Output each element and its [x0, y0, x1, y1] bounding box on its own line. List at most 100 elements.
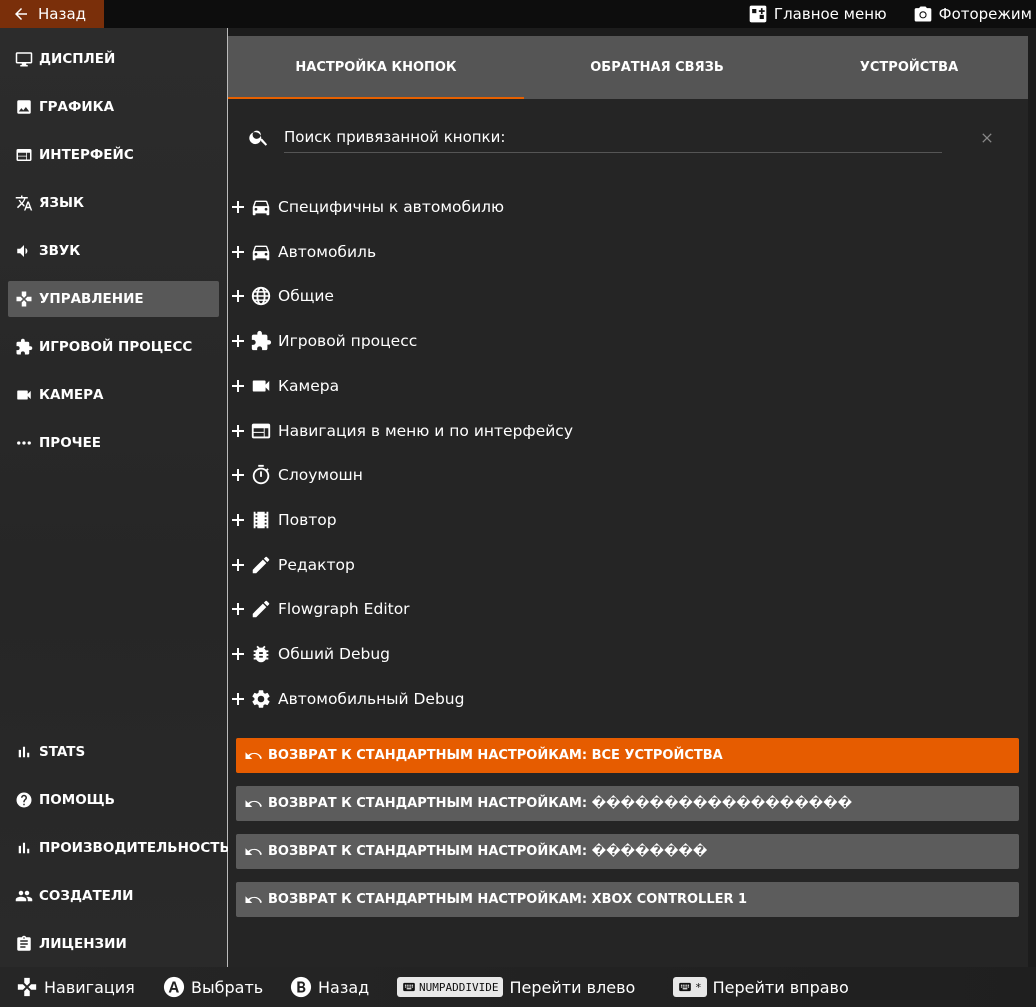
category-replay[interactable]: Повтор [228, 502, 988, 538]
photo-mode-button[interactable]: Фоторежим [913, 4, 1032, 24]
sidebar-item-label: ПРОИЗВОДИТЕЛЬНОСТЬ [39, 840, 230, 856]
clipboard-icon [17, 935, 31, 951]
film-icon [253, 511, 269, 529]
top-bar: Назад Главное меню Фоторежим [0, 0, 1036, 28]
sidebar-item-graphics[interactable]: ГРАФИКА [8, 89, 219, 125]
keycap-label: * [695, 980, 702, 994]
plus-icon [232, 469, 244, 481]
gear-icon [252, 690, 270, 708]
pencil-icon [252, 600, 270, 618]
sidebar-item-help[interactable]: ПОМОЩЬ [8, 782, 219, 818]
category-general-debug[interactable]: Обший Debug [228, 636, 988, 672]
hint-navigate[interactable]: Навигация [16, 967, 135, 1007]
b-button-icon [290, 976, 312, 998]
image-icon [17, 100, 31, 114]
category-vehicle[interactable]: Автомобиль [228, 234, 988, 270]
hint-select[interactable]: Выбрать [163, 967, 263, 1007]
plus-icon [232, 290, 244, 302]
sidebar-item-sound[interactable]: ЗВУК [8, 233, 219, 269]
tab-bar: НАСТРОЙКА КНОПОК ОБРАТНАЯ СВЯЗЬ УСТРОЙСТ… [228, 36, 1028, 99]
sidebar-item-interface[interactable]: ИНТЕРФЕЙС [8, 137, 219, 173]
car-icon [252, 245, 270, 261]
reset-device-button[interactable]: ВОЗВРАТ К СТАНДАРТНЫМ НАСТРОЙКАМ: ������… [236, 834, 1019, 869]
sidebar-item-label: ГРАФИКА [39, 99, 115, 115]
sidebar-item-label: ЛИЦЕНЗИИ [39, 936, 127, 952]
monitor-icon [15, 52, 33, 67]
speaker-icon [17, 245, 28, 257]
search-input[interactable] [284, 124, 924, 150]
category-label: Общие [278, 287, 334, 305]
search-bar [248, 124, 1008, 156]
window-icon [251, 423, 271, 439]
plus-icon [232, 201, 244, 213]
keyboard-icon [403, 982, 415, 992]
bar-chart-icon [18, 746, 30, 758]
category-label: Камера [278, 377, 340, 395]
sidebar-item-gameplay[interactable]: ИГРОВОЙ ПРОЦЕСС [8, 329, 219, 365]
car-icon [252, 200, 270, 216]
reset-label: ВОЗВРАТ К СТАНДАРТНЫМ НАСТРОЙКАМ: ������… [268, 796, 853, 811]
sidebar-item-camera[interactable]: КАМЕРА [8, 377, 219, 413]
reset-device-button[interactable]: ВОЗВРАТ К СТАНДАРТНЫМ НАСТРОЙКАМ: ������… [236, 786, 1019, 821]
category-slowmotion[interactable]: Слоумошн [228, 457, 988, 493]
tab-devices[interactable]: УСТРОЙСТВА [790, 36, 1028, 99]
undo-icon [245, 895, 262, 903]
category-general[interactable]: Общие [228, 278, 988, 314]
globe-icon [251, 286, 271, 306]
reset-xbox-controller-button[interactable]: ВОЗВРАТ К СТАНДАРТНЫМ НАСТРОЙКАМ: XBOX C… [236, 882, 1019, 917]
more-icon [17, 441, 31, 445]
sidebar-item-label: ЗВУК [39, 243, 81, 259]
sidebar-item-other[interactable]: ПРОЧЕЕ [8, 425, 219, 461]
undo-icon [245, 751, 262, 759]
category-gameplay[interactable]: Игровой процесс [228, 323, 988, 359]
sidebar-item-label: ПОМОЩЬ [39, 792, 115, 808]
arrow-left-icon [15, 8, 27, 20]
sidebar-item-label: ИНТЕРФЕЙС [39, 147, 134, 163]
category-label: Flowgraph Editor [278, 600, 410, 618]
category-flowgraph-editor[interactable]: Flowgraph Editor [228, 591, 988, 627]
category-label: Автомобильный Debug [278, 690, 465, 708]
a-button-icon [163, 976, 185, 998]
plus-icon [232, 693, 244, 705]
tab-feedback[interactable]: ОБРАТНАЯ СВЯЗЬ [524, 36, 790, 99]
category-label: Навигация в меню и по интерфейсу [278, 422, 573, 440]
sidebar-item-performance[interactable]: ПРОИЗВОДИТЕЛЬНОСТЬ [8, 830, 230, 866]
sidebar-item-display[interactable]: ДИСПЛЕЙ [8, 41, 219, 77]
hint-move-left[interactable]: NUMPADDIVIDE Перейти влево [397, 967, 635, 1007]
category-menu-navigation[interactable]: Навигация в меню и по интерфейсу [228, 413, 988, 449]
hint-back-label: Назад [318, 977, 370, 997]
hint-move-right[interactable]: * Перейти вправо [673, 967, 849, 1007]
reset-all-devices-button[interactable]: ВОЗВРАТ К СТАНДАРТНЫМ НАСТРОЙКАМ: ВСЕ УС… [236, 738, 1019, 773]
hint-back[interactable]: Назад [290, 967, 369, 1007]
sidebar-item-credits[interactable]: СОЗДАТЕЛИ [8, 878, 219, 914]
tab-key-bindings[interactable]: НАСТРОЙКА КНОПОК [228, 36, 524, 99]
close-icon[interactable] [979, 130, 995, 146]
bug-icon [253, 645, 269, 663]
reset-label: ВОЗВРАТ К СТАНДАРТНЫМ НАСТРОЙКАМ: XBOX C… [268, 892, 748, 907]
category-vehicle-specific[interactable]: Специфичны к автомобилю [228, 189, 988, 225]
category-label: Автомобиль [278, 243, 377, 261]
main-menu-button[interactable]: Главное меню [748, 4, 887, 24]
main-panel: НАСТРОЙКА КНОПОК ОБРАТНАЯ СВЯЗЬ УСТРОЙСТ… [228, 36, 1028, 967]
sidebar-item-stats[interactable]: STATS [8, 734, 219, 770]
sidebar-item-label: СОЗДАТЕЛИ [39, 888, 134, 904]
sidebar-item-language[interactable]: ЯЗЫК [8, 185, 219, 221]
translate-icon [15, 195, 33, 211]
hint-select-label: Выбрать [191, 977, 264, 997]
keyboard-icon [679, 982, 691, 992]
category-label: Специфичны к автомобилю [278, 198, 505, 216]
reset-label: ВОЗВРАТ К СТАНДАРТНЫМ НАСТРОЙКАМ: ������… [268, 844, 708, 859]
category-camera[interactable]: Камера [228, 368, 988, 404]
photo-mode-label: Фоторежим [938, 5, 1032, 23]
sidebar-item-label: ИГРОВОЙ ПРОЦЕСС [39, 339, 193, 355]
back-button[interactable]: Назад [0, 0, 104, 28]
category-vehicle-debug[interactable]: Автомобильный Debug [228, 681, 988, 717]
sidebar-item-label: КАМЕРА [39, 387, 104, 403]
videocam-icon [252, 380, 270, 392]
category-editor[interactable]: Редактор [228, 547, 988, 583]
bottom-hint-bar: Навигация Выбрать Назад NUMPADDIVIDE Пер… [0, 967, 1036, 1007]
plus-icon [232, 514, 244, 526]
help-icon [16, 792, 32, 808]
sidebar-item-controls[interactable]: УПРАВЛЕНИЕ [8, 281, 219, 317]
sidebar-item-licenses[interactable]: ЛИЦЕНЗИИ [8, 926, 219, 962]
